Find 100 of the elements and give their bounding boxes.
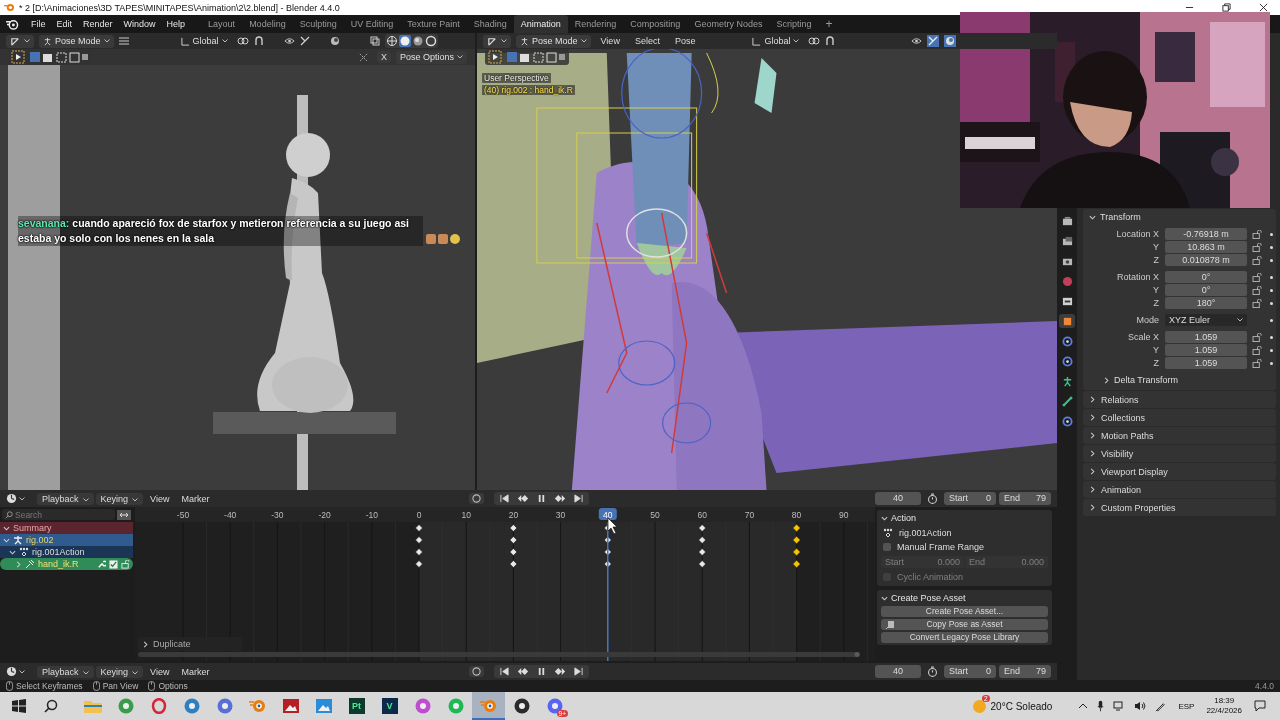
solid-shading-button[interactable] <box>398 35 411 47</box>
language-indicator[interactable]: ESP <box>1178 701 1195 711</box>
keyframe[interactable] <box>792 560 801 568</box>
workspace-tab[interactable]: Sculpting <box>292 15 344 33</box>
round-app-icon[interactable] <box>513 698 530 714</box>
workspace-tab[interactable]: Modeling <box>242 15 293 33</box>
material-shading-button[interactable] <box>411 35 424 47</box>
auto-keying-button[interactable] <box>468 493 484 504</box>
pause-icon[interactable] <box>536 494 546 503</box>
selection-mode-icons[interactable] <box>506 51 566 63</box>
keyframe-dot-icon[interactable] <box>1270 245 1273 249</box>
folder-icon[interactable] <box>83 699 102 713</box>
collapsed-chevron-icon[interactable] <box>1089 486 1096 493</box>
workspace-tab[interactable]: UV Editing <box>343 15 401 33</box>
start-icon[interactable] <box>12 699 26 713</box>
unlocked-icon[interactable] <box>1252 345 1263 355</box>
start-frame-field[interactable]: Start 0 <box>944 665 996 678</box>
workspace-tab[interactable]: Layout <box>201 15 243 33</box>
previous-keyframe-icon[interactable] <box>516 494 529 503</box>
dropdown-menu[interactable]: Playback <box>37 492 94 505</box>
select-tool-icon[interactable] <box>11 50 25 64</box>
expanded-chevron-icon[interactable] <box>881 594 888 602</box>
dropdown-menu[interactable]: Keying <box>95 492 144 505</box>
volume-icon[interactable] <box>1134 701 1147 711</box>
collapsed-panel[interactable]: Visibility <box>1083 445 1276 462</box>
keyframe-dot-icon[interactable] <box>1270 275 1273 279</box>
workspace-tab[interactable]: Scripting <box>769 15 819 33</box>
action-button[interactable]: Copy Pose as Asset <box>881 619 1048 630</box>
keyframe[interactable] <box>792 524 801 532</box>
keyframe[interactable] <box>698 560 706 568</box>
keyframe[interactable] <box>415 560 423 568</box>
collapsed-chevron-icon[interactable] <box>1089 468 1096 475</box>
rendered-shading-button[interactable] <box>424 35 437 47</box>
visibility-icon[interactable] <box>283 36 295 46</box>
keyframe-dot-icon[interactable] <box>1270 348 1273 352</box>
current-frame-field[interactable]: 40 <box>875 665 921 678</box>
keyframe[interactable] <box>698 536 706 544</box>
keyframe[interactable] <box>698 548 706 556</box>
keyframe[interactable] <box>509 560 518 568</box>
expanded-chevron-icon[interactable] <box>881 514 888 522</box>
action-button[interactable]: Create Pose Asset... <box>881 606 1048 617</box>
snap-icon[interactable] <box>253 36 264 46</box>
next-keyframe-icon[interactable] <box>553 667 566 676</box>
keyframe-dot-icon[interactable] <box>1270 301 1273 305</box>
dropdown-menu[interactable]: Playback <box>37 665 94 678</box>
chevron-up-icon[interactable] <box>1078 703 1089 709</box>
subpanel-header[interactable]: Delta Transform <box>1089 374 1276 386</box>
workspace-tab[interactable]: Shading <box>466 15 514 33</box>
pose-options-dropdown[interactable]: Pose Options <box>395 50 467 64</box>
keyframe[interactable] <box>604 560 612 568</box>
pivot-icon[interactable] <box>808 36 821 46</box>
microphone-icon[interactable] <box>1097 700 1105 712</box>
expanded-chevron-icon[interactable] <box>9 548 16 556</box>
previous-keyframe-icon[interactable] <box>516 667 529 676</box>
unlocked-icon[interactable] <box>1252 272 1263 282</box>
close-icon[interactable] <box>1259 3 1268 12</box>
weather-text[interactable]: 20°C Soleado <box>990 700 1053 712</box>
keyframe[interactable] <box>792 536 801 544</box>
visibility-icon[interactable] <box>911 36 922 46</box>
number-field[interactable]: 0.010878 m <box>1165 254 1247 266</box>
collapsed-chevron-icon[interactable] <box>1089 450 1096 457</box>
mode-dropdown[interactable]: Pose Mode <box>39 34 114 48</box>
collapsed-panel[interactable]: Motion Paths <box>1083 427 1276 444</box>
object-tab[interactable] <box>1059 314 1075 328</box>
keyframe[interactable] <box>792 548 801 556</box>
menu-item[interactable]: Marker <box>176 665 215 678</box>
unlocked-icon[interactable] <box>1252 255 1263 265</box>
keyframe[interactable] <box>509 524 518 532</box>
editor-type-button[interactable] <box>483 34 511 48</box>
jump-to-start-icon[interactable] <box>499 494 509 503</box>
stopwatch-icon[interactable] <box>927 666 938 677</box>
number-field[interactable]: 180° <box>1165 297 1247 309</box>
constraint-tab[interactable] <box>1059 354 1075 368</box>
search-field[interactable]: Search <box>2 509 115 520</box>
select-tool-icon[interactable] <box>488 50 502 64</box>
editor-type-button[interactable] <box>6 493 25 504</box>
unlocked-icon[interactable] <box>1252 298 1263 308</box>
lock-icon[interactable] <box>121 559 130 569</box>
unlocked-icon[interactable] <box>1252 229 1263 239</box>
pause-icon[interactable] <box>536 667 546 676</box>
expanded-chevron-icon[interactable] <box>1089 213 1096 221</box>
jump-to-start-icon[interactable] <box>499 667 509 676</box>
menu-icon[interactable] <box>118 37 129 45</box>
orientation-dropdown[interactable]: Global <box>176 34 232 48</box>
stopwatch-icon[interactable] <box>927 493 938 504</box>
operator-panel[interactable]: Duplicate <box>138 637 242 651</box>
mirror-x-button[interactable]: X <box>376 51 391 63</box>
notifications-icon[interactable] <box>1254 700 1266 712</box>
mode-dropdown[interactable]: Pose Mode <box>516 34 591 48</box>
gizmo-icon[interactable] <box>299 36 310 46</box>
end-frame-field[interactable]: End 79 <box>999 665 1051 678</box>
collapsed-panel[interactable]: Animation <box>1083 481 1276 498</box>
collapsed-chevron-icon[interactable] <box>1089 432 1096 439</box>
workspace-tab[interactable]: Rendering <box>567 15 624 33</box>
action-button[interactable]: Convert Legacy Pose Library <box>881 632 1048 643</box>
add-workspace-button[interactable]: + <box>818 15 840 33</box>
number-field[interactable]: 10.863 m <box>1165 241 1247 253</box>
filter-swap-icon[interactable] <box>117 509 131 520</box>
editor-type-button[interactable] <box>6 34 34 48</box>
start-frame-field[interactable]: Start 0 <box>944 492 996 505</box>
